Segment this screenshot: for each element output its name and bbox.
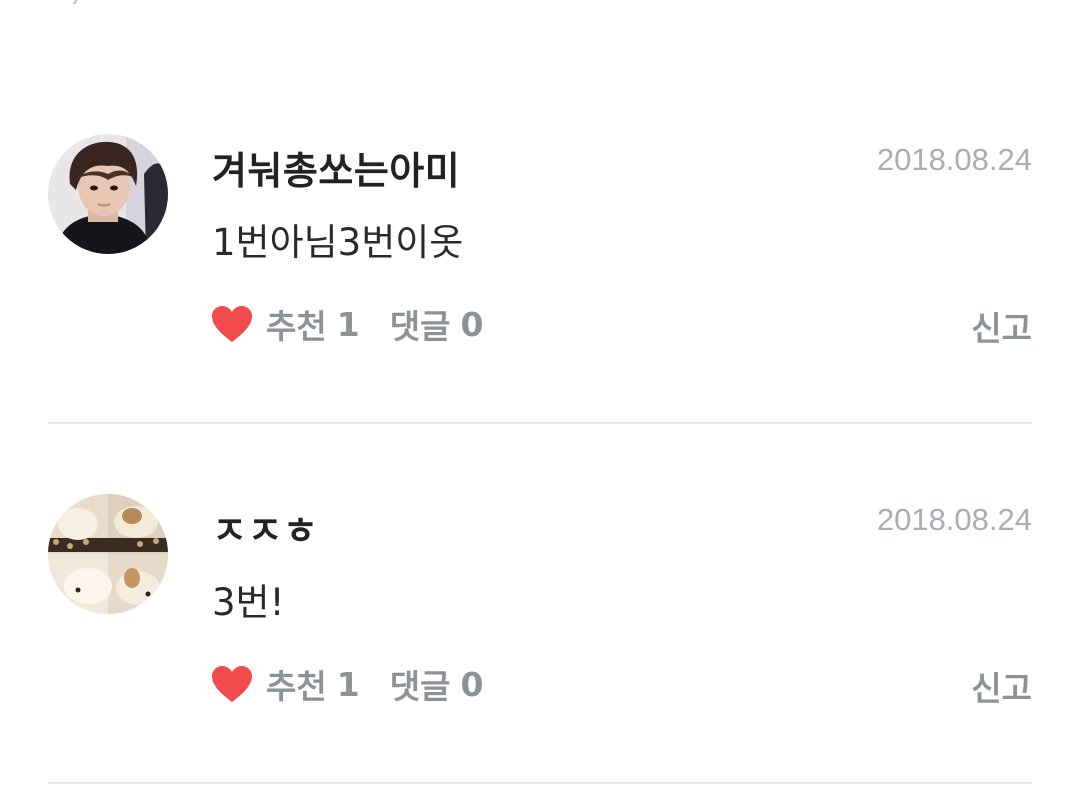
- comments-list: 겨눠총쏘는아미 2018.08.24 1번아님3번이옷 추천 1 댓글 0 신고: [0, 0, 1080, 810]
- report-button[interactable]: 신고: [971, 662, 1032, 710]
- divider: [48, 782, 1032, 784]
- avatar[interactable]: [48, 494, 168, 614]
- divider: [48, 422, 1032, 424]
- report-button[interactable]: 신고: [971, 302, 1032, 350]
- like-count: 1: [336, 664, 360, 704]
- like-label: 추천: [266, 307, 327, 346]
- comment-text: 1번아님3번이옷: [212, 221, 464, 264]
- like-count: 1: [336, 304, 360, 344]
- comment-date: 2018.08.24: [876, 502, 1032, 537]
- puppy-avatar-icon: [48, 494, 168, 614]
- like-button[interactable]: 추천 1: [210, 660, 360, 708]
- comment-text: 3번!: [212, 581, 285, 624]
- reply-count: 0: [460, 664, 484, 704]
- avatar[interactable]: [48, 134, 168, 254]
- like-button[interactable]: 추천 1: [210, 300, 360, 348]
- comment-author[interactable]: 겨눠총쏘는아미: [212, 140, 460, 195]
- reply-count: 0: [460, 304, 484, 344]
- reply-button[interactable]: 댓글 0: [390, 660, 484, 708]
- heart-icon: [212, 666, 252, 702]
- comment-date: 2018.08.24: [876, 142, 1032, 177]
- comment-actions: 추천 1 댓글 0: [210, 302, 483, 346]
- person-avatar-icon: [48, 134, 168, 254]
- reply-label: 댓글: [389, 307, 451, 346]
- reply-button[interactable]: 댓글 0: [390, 300, 484, 348]
- comment-item: ㅈㅈㅎ 2018.08.24 3번! 추천 1 댓글 0 신고: [48, 494, 1032, 784]
- like-label: 추천: [266, 667, 327, 706]
- heart-icon: [212, 306, 252, 342]
- comment-author[interactable]: ㅈㅈㅎ: [212, 500, 318, 555]
- reply-label: 댓글: [389, 667, 451, 706]
- comment-item: 겨눠총쏘는아미 2018.08.24 1번아님3번이옷 추천 1 댓글 0 신고: [48, 134, 1032, 424]
- comment-actions: 추천 1 댓글 0: [210, 662, 483, 706]
